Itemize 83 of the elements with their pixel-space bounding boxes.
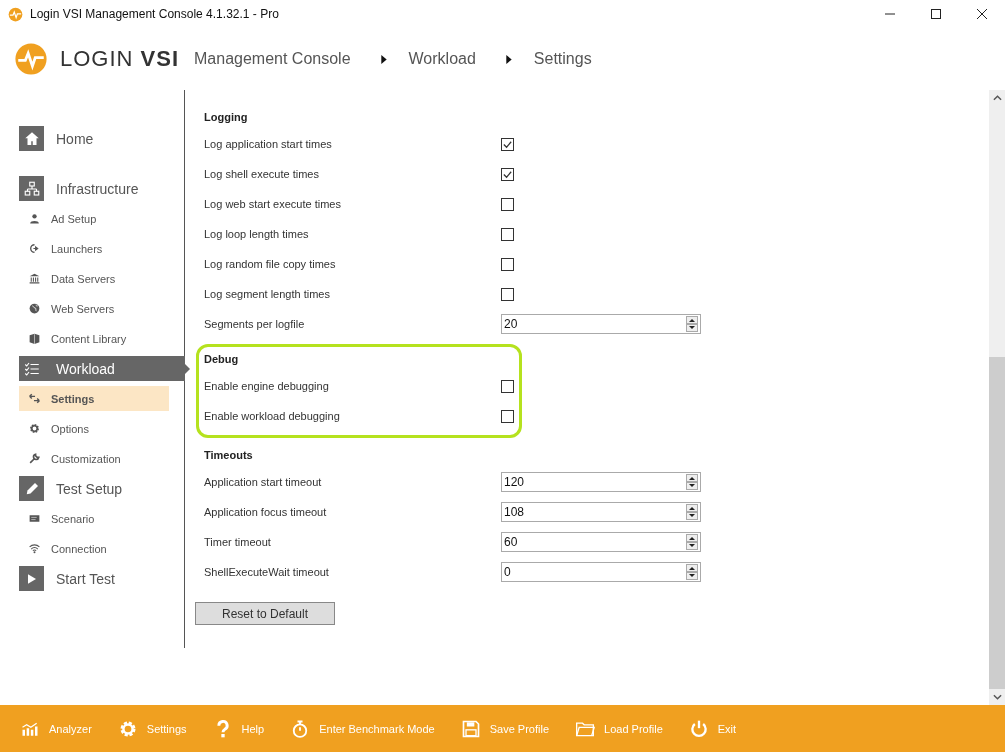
person-icon [28,212,41,225]
spin-up-icon[interactable] [686,316,698,324]
field-label: Log loop length times [204,228,310,240]
logo-icon [14,42,48,76]
nav-section[interactable]: Infrastructure [19,176,169,201]
field-label: Application start timeout [204,476,323,488]
field-label: Log shell execute times [204,168,320,180]
swap-arrows-icon [28,392,41,405]
breadcrumb-arrow-icon [380,54,387,64]
nav-item[interactable]: Content Library [19,326,169,351]
app-logo-icon [8,6,23,22]
field-label: Enable workload debugging [204,410,341,422]
scroll-down-icon[interactable] [992,694,1002,700]
number-field[interactable]: 108 [501,502,701,522]
field-label: Log web start execute times [204,198,342,210]
checkbox[interactable] [501,257,514,271]
checkbox[interactable] [501,227,514,241]
number-field[interactable]: 120 [501,472,701,492]
book-icon [28,332,41,345]
window-title: Login VSI Management Console 4.1.32.1 - Pro [30,7,279,21]
scrollbar[interactable] [989,90,1005,705]
field-label: ShellExecuteWait timeout [204,566,330,578]
pointer-icon [185,364,190,374]
nav-item[interactable]: Settings [19,386,169,411]
field-label: Log segment length times [204,288,331,300]
breadcrumb-item[interactable]: Workload [408,50,476,68]
breadcrumb-item[interactable]: Settings [533,50,592,68]
spin-up-icon[interactable] [686,534,698,542]
spin-down-icon[interactable] [686,512,698,520]
bank-icon [28,272,41,285]
field-label: Timer timeout [204,536,272,548]
spin-down-icon[interactable] [686,482,698,490]
nav-item[interactable]: Customization [19,446,169,471]
reset-button[interactable]: Reset to Default [195,602,335,625]
checkbox[interactable] [501,409,514,423]
checkbox[interactable] [501,167,514,181]
field-label: Log application start times [204,138,333,150]
field-label: Application focus timeout [204,506,328,518]
play-icon [27,573,36,584]
globe-icon [28,302,41,315]
nav-section[interactable]: Start Test [19,566,169,591]
spin-down-icon[interactable] [686,542,698,550]
nav-section[interactable]: Test Setup [19,476,169,501]
nav-section[interactable]: Home [19,126,169,151]
section-heading: Logging [204,110,249,125]
nav-item[interactable]: Launchers [19,236,169,261]
maximize-icon[interactable] [931,9,941,19]
network-icon [22,179,41,198]
spin-down-icon[interactable] [686,324,698,332]
nav-item[interactable]: Web Servers [19,296,169,321]
nav-item[interactable]: Ad Setup [19,206,169,231]
spin-down-icon[interactable] [686,572,698,580]
wrench-icon [28,452,41,465]
section-heading: Timeouts [204,448,254,463]
gear-icon [28,422,41,435]
launch-icon [28,242,41,255]
checkbox[interactable] [501,137,514,151]
nav-item[interactable]: Options [19,416,169,441]
number-field[interactable]: 0 [501,562,701,582]
breadcrumb-arrow-icon [505,54,512,64]
number-field[interactable]: 20 [501,314,701,334]
checkbox[interactable] [501,287,514,301]
field-label: Segments per logfile [204,318,306,330]
scrollbar-thumb[interactable] [989,356,1005,689]
logo-text: LOGIN VSI [60,46,181,72]
nav-item[interactable]: Scenario [19,506,169,531]
breadcrumb-item[interactable]: Management Console [194,50,351,68]
checkbox[interactable] [501,197,514,211]
wifi-icon [28,542,41,555]
spin-up-icon[interactable] [686,504,698,512]
scroll-up-icon[interactable] [992,95,1002,101]
checkbox[interactable] [501,379,514,393]
card-icon [28,512,41,525]
close-icon[interactable] [977,9,987,19]
spin-up-icon[interactable] [686,474,698,482]
field-label: Log random file copy times [204,258,337,270]
power-icon [688,718,709,739]
number-field[interactable]: 60 [501,532,701,552]
nav-item[interactable]: Data Servers [19,266,169,291]
section-heading: Debug [204,352,240,367]
field-label: Enable engine debugging [204,380,330,392]
spin-up-icon[interactable] [686,564,698,572]
nav-item[interactable]: Connection [19,536,169,561]
